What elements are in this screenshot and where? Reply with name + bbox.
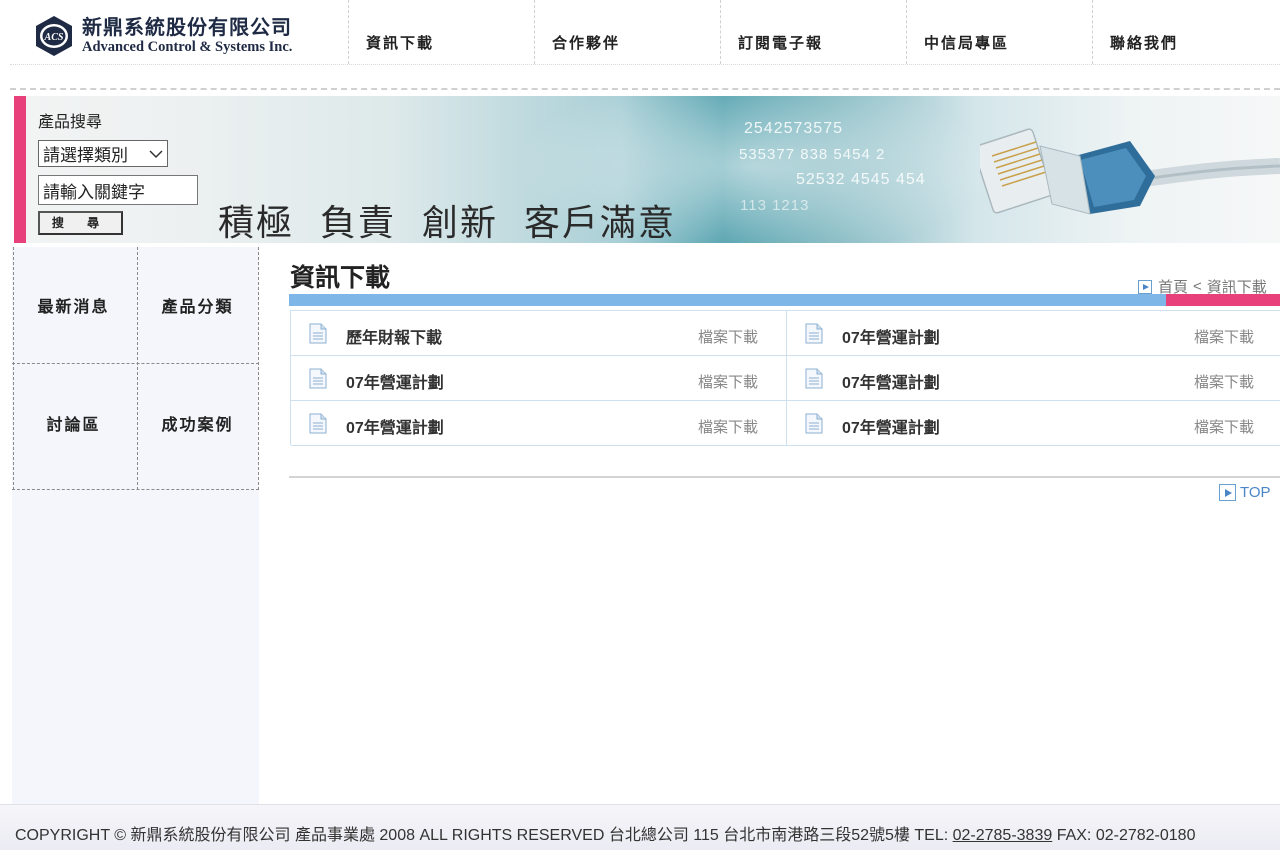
network-cable-image <box>980 128 1280 215</box>
download-item: 07年營運計劃 檔案下載 <box>786 311 1280 355</box>
table-row: 歷年財報下載 檔案下載 07年營運計劃 檔案下載 <box>291 311 1280 356</box>
file-download-link[interactable]: 檔案下載 <box>698 416 758 437</box>
file-name-link[interactable]: 07年營運計劃 <box>842 324 940 348</box>
download-item: 07年營運計劃 檔案下載 <box>291 401 786 445</box>
sidebar-item-product-categories[interactable]: 產品分類 <box>136 247 259 362</box>
content-divider <box>289 476 1280 478</box>
back-to-top-link[interactable]: TOP <box>1219 484 1271 501</box>
table-row: 07年營運計劃 檔案下載 07年營運計劃 檔案下載 <box>291 401 1280 446</box>
download-item: 07年營運計劃 檔案下載 <box>291 356 786 400</box>
copyright-text: COPYRIGHT © 新鼎系統股份有限公司 產品事業處 2008 ALL RI… <box>15 821 1195 845</box>
download-item: 07年營運計劃 檔案下載 <box>786 401 1280 445</box>
file-download-link[interactable]: 檔案下載 <box>1194 326 1254 347</box>
document-icon <box>309 323 327 344</box>
title-underline-bar <box>289 294 1166 306</box>
nav-item-contact[interactable]: 聯絡我們 <box>1092 0 1278 64</box>
file-name-link[interactable]: 07年營運計劃 <box>346 369 444 393</box>
file-download-link[interactable]: 檔案下載 <box>698 326 758 347</box>
nav-item-downloads[interactable]: 資訊下載 <box>348 0 534 64</box>
company-logo[interactable]: ACS 新鼎系統股份有限公司 Advanced Control & System… <box>32 12 312 60</box>
download-item: 07年營運計劃 檔案下載 <box>786 356 1280 400</box>
sidebar-item-news[interactable]: 最新消息 <box>12 247 135 362</box>
keyword-search-input[interactable] <box>38 175 198 205</box>
top-nav: 資訊下載 合作夥伴 訂閱電子報 中信局專區 聯絡我們 <box>348 0 1280 64</box>
footer: COPYRIGHT © 新鼎系統股份有限公司 產品事業處 2008 ALL RI… <box>0 804 1280 850</box>
search-button[interactable]: 搜 尋 <box>38 211 123 235</box>
download-item: 歷年財報下載 檔案下載 <box>291 311 786 355</box>
banner-number: 113 1213 <box>740 197 810 214</box>
logo-name-en: Advanced Control & Systems Inc. <box>82 39 293 56</box>
nav-item-newsletter[interactable]: 訂閱電子報 <box>720 0 906 64</box>
copyright-main: COPYRIGHT © 新鼎系統股份有限公司 產品事業處 2008 ALL RI… <box>15 827 953 844</box>
chevron-down-icon <box>149 149 163 158</box>
downloads-table: 歷年財報下載 檔案下載 07年營運計劃 檔案下載 07年營運計劃 檔案下載 07… <box>290 310 1280 446</box>
banner-slogan: 積極 負責 創新 客戶滿意 <box>218 202 677 243</box>
sidebar-item-forum[interactable]: 討論區 <box>12 365 135 480</box>
file-download-link[interactable]: 檔案下載 <box>698 371 758 392</box>
nav-item-cib-zone[interactable]: 中信局專區 <box>906 0 1092 64</box>
file-name-link[interactable]: 07年營運計劃 <box>842 414 940 438</box>
document-icon <box>805 413 823 434</box>
header-divider <box>10 64 1280 65</box>
banner-number: 2542573575 <box>744 120 843 137</box>
file-download-link[interactable]: 檔案下載 <box>1194 371 1254 392</box>
logo-name-cn: 新鼎系統股份有限公司 <box>82 15 292 40</box>
table-row: 07年營運計劃 檔案下載 07年營運計劃 檔案下載 <box>291 356 1280 401</box>
play-arrow-icon <box>1138 279 1152 294</box>
header: ACS 新鼎系統股份有限公司 Advanced Control & System… <box>0 0 1280 90</box>
fax-text: FAX: 02-2782-0180 <box>1052 827 1196 844</box>
nav-item-partners[interactable]: 合作夥伴 <box>534 0 720 64</box>
document-icon <box>805 368 823 389</box>
title-underline-accent <box>1166 294 1280 306</box>
sidebar-item-success-cases[interactable]: 成功案例 <box>136 365 259 480</box>
phone-link[interactable]: 02-2785-3839 <box>953 827 1053 844</box>
product-search-panel: 產品搜尋 請選擇類別 搜 尋 <box>38 108 218 235</box>
document-icon <box>805 323 823 344</box>
header-dashed-divider <box>10 88 1280 90</box>
logo-mark-text: ACS <box>44 32 64 43</box>
category-select-value: 請選擇類別 <box>43 146 128 165</box>
banner-number: 535377 838 5454 2 <box>739 146 886 163</box>
product-search-title: 產品搜尋 <box>38 114 103 131</box>
file-name-link[interactable]: 07年營運計劃 <box>346 414 444 438</box>
category-select[interactable]: 請選擇類別 <box>38 140 168 167</box>
document-icon <box>309 368 327 389</box>
acs-logo-icon: ACS <box>36 16 72 56</box>
breadcrumb-separator: < <box>1193 278 1202 295</box>
sidebar-menu: 最新消息 產品分類 討論區 成功案例 <box>12 247 259 490</box>
file-name-link[interactable]: 07年營運計劃 <box>842 369 940 393</box>
play-arrow-icon <box>1219 484 1236 501</box>
back-to-top-label: TOP <box>1240 484 1271 501</box>
document-icon <box>309 413 327 434</box>
banner-number: 52532 4545 454 <box>796 171 926 188</box>
page-title: 資訊下載 <box>290 264 391 292</box>
sidebar: 最新消息 產品分類 討論區 成功案例 <box>12 247 259 804</box>
file-download-link[interactable]: 檔案下載 <box>1194 416 1254 437</box>
file-name-link[interactable]: 歷年財報下載 <box>346 324 442 348</box>
banner-accent-bar <box>14 96 26 243</box>
